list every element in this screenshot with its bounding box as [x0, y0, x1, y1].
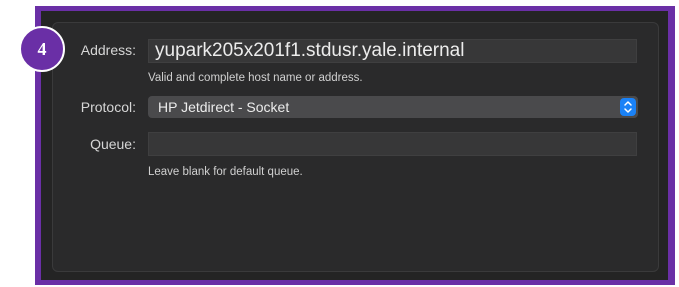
address-hint: Valid and complete host name or address. [148, 72, 363, 84]
address-field[interactable]: yupark205x201f1.stdusr.yale.internal [148, 39, 637, 63]
address-label: Address: [80, 42, 136, 58]
chevron-up-down-icon[interactable] [620, 98, 636, 116]
queue-label: Queue: [90, 136, 136, 152]
protocol-select[interactable]: HP Jetdirect - Socket [148, 96, 638, 118]
protocol-label: Protocol: [80, 99, 136, 115]
protocol-selected-value: HP Jetdirect - Socket [158, 99, 290, 115]
queue-hint: Leave blank for default queue. [148, 166, 303, 178]
queue-field[interactable] [148, 132, 637, 156]
address-value: yupark205x201f1.stdusr.yale.internal [155, 40, 465, 61]
